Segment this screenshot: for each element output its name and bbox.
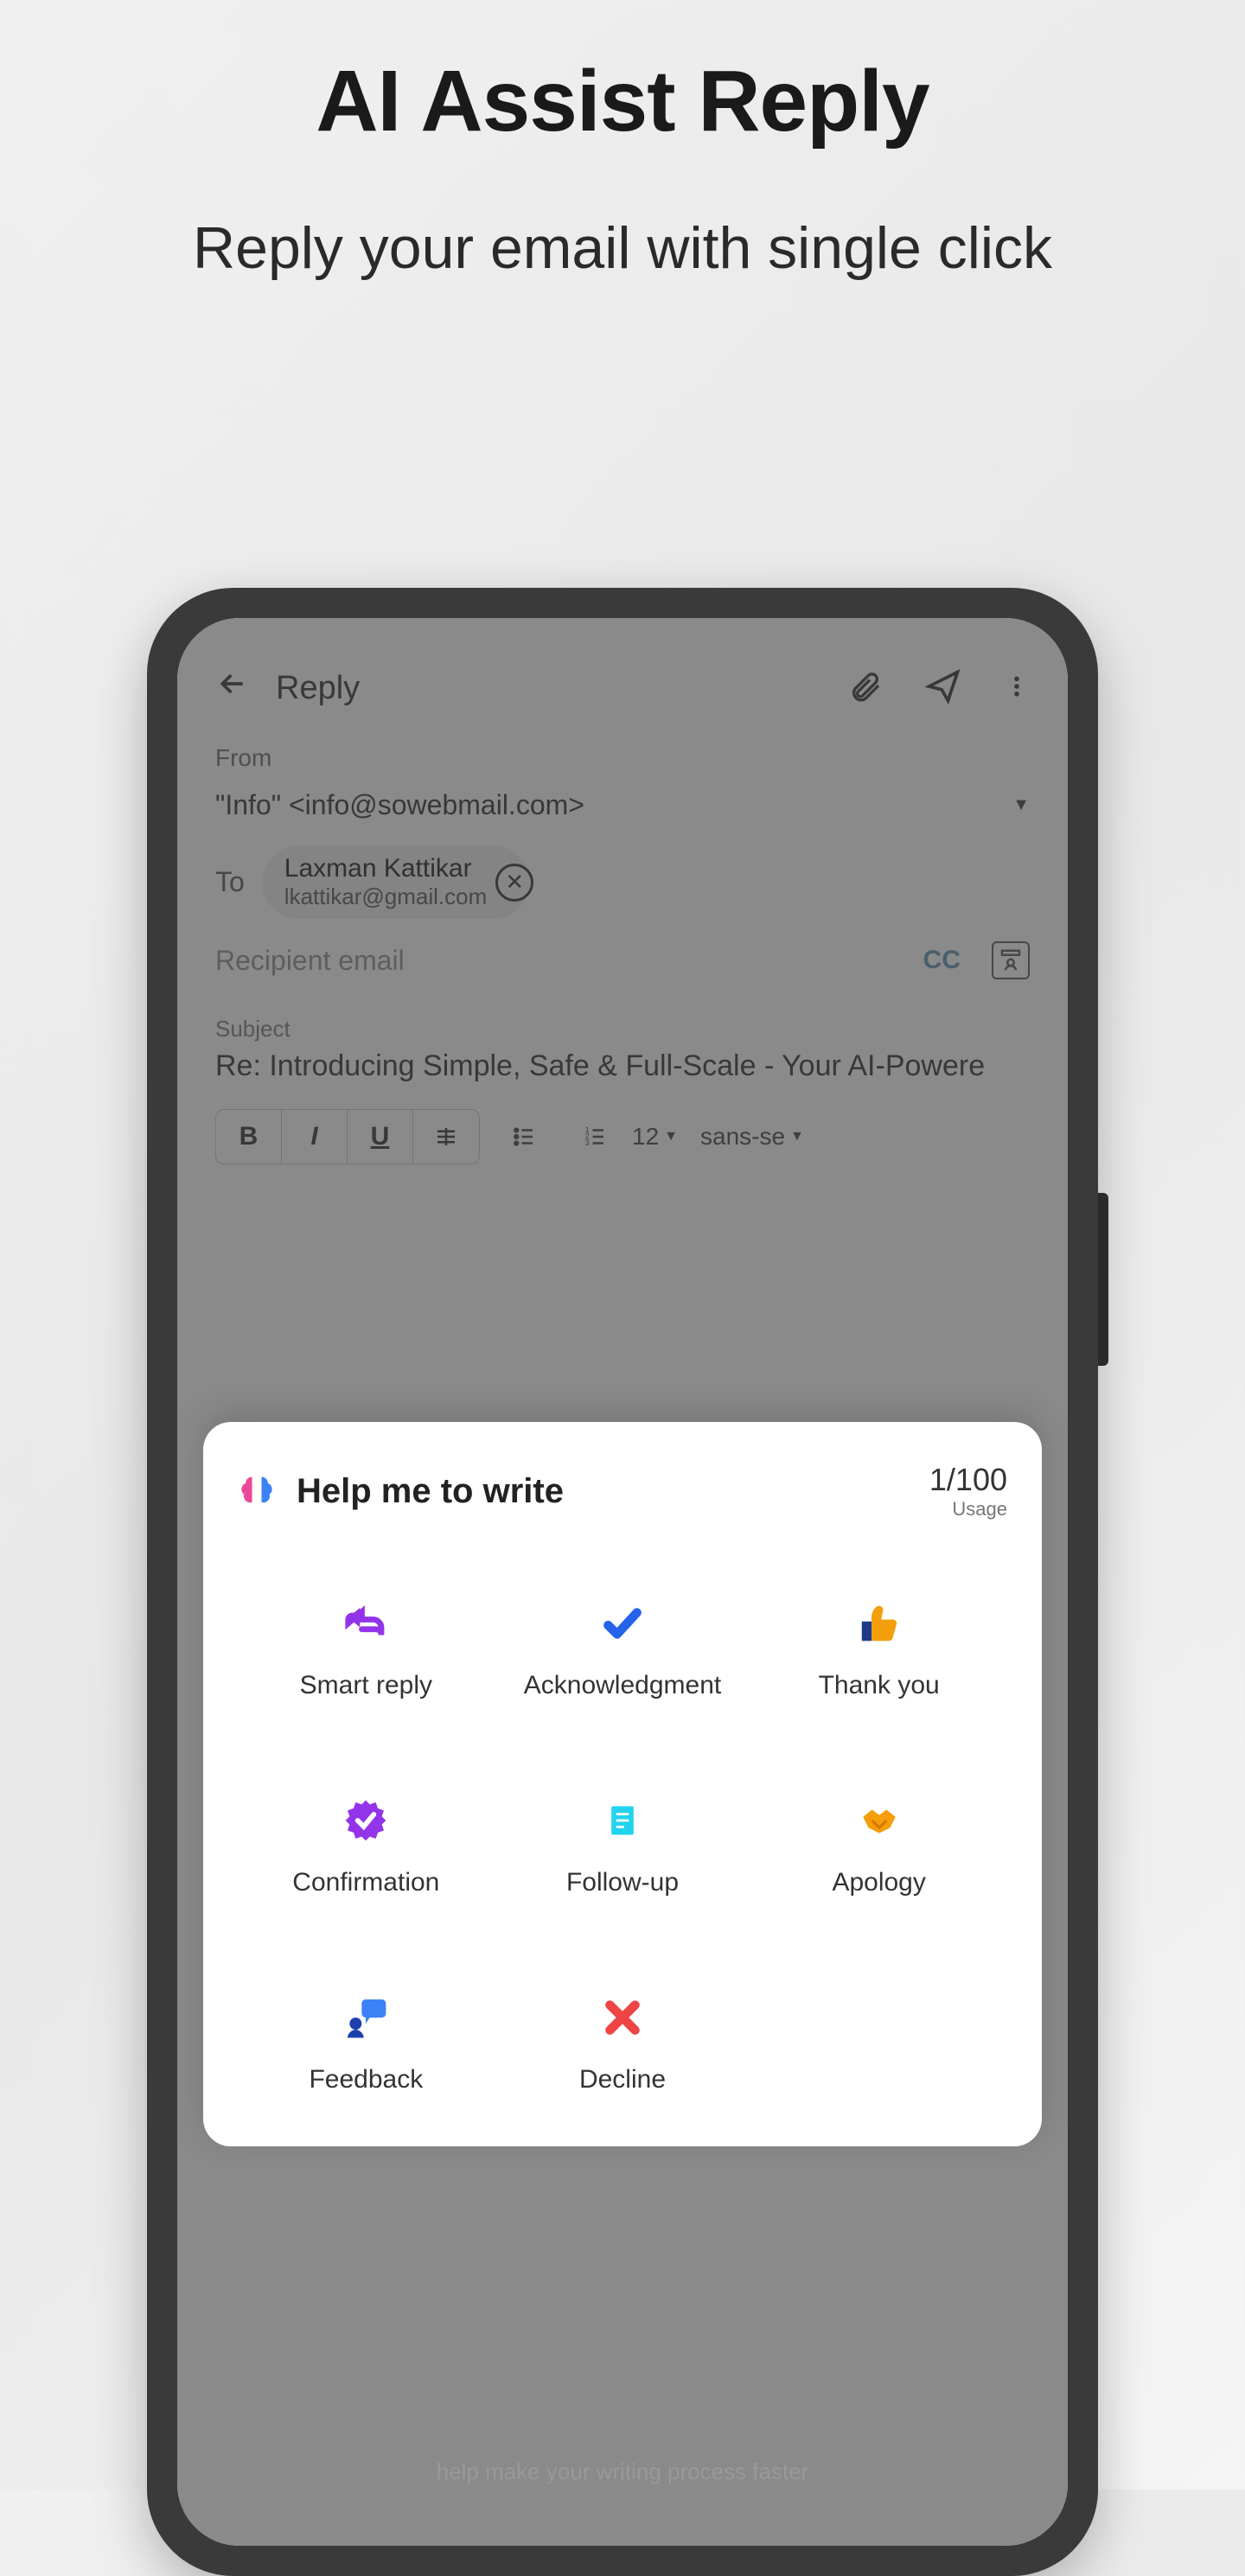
sheet-title: Help me to write xyxy=(297,1472,564,1511)
attach-icon[interactable] xyxy=(848,669,883,708)
bullet-list-button[interactable] xyxy=(497,1110,551,1164)
option-label: Decline xyxy=(579,2065,666,2095)
chip-email: lkattikar@gmail.com xyxy=(284,883,487,910)
option-smart-reply[interactable]: Smart reply xyxy=(246,1598,486,1700)
usage-indicator: 1/100 Usage xyxy=(929,1462,1007,1521)
contacts-icon[interactable] xyxy=(992,941,1030,979)
option-thank-you[interactable]: Thank you xyxy=(759,1598,999,1700)
option-follow-up[interactable]: Follow-up xyxy=(503,1795,743,1897)
handshake-icon xyxy=(854,1795,904,1846)
font-family-select[interactable]: sans-se ▼ xyxy=(700,1123,804,1151)
format-toolbar: B I U 123 12 ▼ sans-se xyxy=(203,1083,1042,1164)
chip-name: Laxman Kattikar xyxy=(284,854,487,883)
option-acknowledgment[interactable]: Acknowledgment xyxy=(503,1598,743,1700)
subject-label: Subject xyxy=(215,1016,1030,1043)
option-label: Follow-up xyxy=(566,1868,679,1897)
bold-button[interactable]: B xyxy=(216,1110,282,1164)
chevron-down-icon: ▼ xyxy=(664,1129,678,1145)
option-label: Thank you xyxy=(819,1671,940,1700)
subject-row: Subject Re: Introducing Simple, Safe & F… xyxy=(203,979,1042,1083)
option-label: Apology xyxy=(832,1868,925,1897)
from-dropdown[interactable]: "Info" <info@sowebmail.com> ▼ xyxy=(215,789,1030,821)
reply-arrow-icon xyxy=(341,1598,391,1648)
text-style-group: B I U xyxy=(215,1109,480,1164)
font-family-value: sans-se xyxy=(700,1123,785,1151)
phone-screen: Reply From "Info" <info@sowebmail.c xyxy=(177,618,1068,2546)
svg-text:3: 3 xyxy=(585,1138,590,1147)
font-size-value: 12 xyxy=(632,1123,659,1151)
usage-label: Usage xyxy=(929,1498,1007,1521)
sheet-header: Help me to write 1/100 Usage xyxy=(238,1462,1007,1521)
ai-assist-sheet: Help me to write 1/100 Usage Smart reply… xyxy=(203,1422,1042,2146)
cc-button[interactable]: CC xyxy=(923,946,961,975)
to-row: To Laxman Kattikar lkattikar@gmail.com ✕ xyxy=(203,821,1042,919)
option-label: Acknowledgment xyxy=(524,1671,721,1700)
phone-frame: Reply From "Info" <info@sowebmail.c xyxy=(147,588,1098,2576)
option-decline[interactable]: Decline xyxy=(503,1993,743,2095)
option-confirmation[interactable]: Confirmation xyxy=(246,1795,486,1897)
usage-count: 1/100 xyxy=(929,1462,1007,1498)
brain-icon xyxy=(238,1472,276,1510)
option-label: Feedback xyxy=(309,2065,423,2095)
from-value-text: "Info" <info@sowebmail.com> xyxy=(215,789,584,821)
thumbs-up-icon xyxy=(854,1598,904,1648)
back-icon[interactable] xyxy=(215,666,250,710)
from-label: From xyxy=(215,744,1030,772)
subject-input[interactable]: Re: Introducing Simple, Safe & Full-Scal… xyxy=(215,1049,1030,1083)
document-icon xyxy=(597,1795,648,1846)
to-label: To xyxy=(215,866,245,898)
italic-button[interactable]: I xyxy=(282,1110,348,1164)
send-icon[interactable] xyxy=(924,667,962,710)
font-size-select[interactable]: 12 ▼ xyxy=(632,1123,678,1151)
option-apology[interactable]: Apology xyxy=(759,1795,999,1897)
promo-title: AI Assist Reply xyxy=(0,0,1245,151)
option-label: Smart reply xyxy=(300,1671,432,1700)
promo-subtitle: Reply your email with single click xyxy=(0,212,1245,285)
from-row: From "Info" <info@sowebmail.com> ▼ xyxy=(203,715,1042,821)
checkmark-icon xyxy=(597,1598,648,1648)
header-title: Reply xyxy=(276,670,822,707)
options-grid: Smart reply Acknowledgment Thank you Confir… xyxy=(238,1598,1007,2095)
badge-check-icon xyxy=(341,1795,391,1846)
remove-chip-icon[interactable]: ✕ xyxy=(495,864,533,902)
numbered-list-button[interactable]: 123 xyxy=(568,1110,622,1164)
recipient-chip[interactable]: Laxman Kattikar lkattikar@gmail.com ✕ xyxy=(262,845,530,919)
more-icon[interactable] xyxy=(1004,669,1030,708)
footer-hint: help make your writing process faster xyxy=(177,2458,1068,2485)
chat-person-icon xyxy=(341,1993,391,2043)
option-label: Confirmation xyxy=(292,1868,439,1897)
chevron-down-icon: ▼ xyxy=(1012,795,1030,815)
underline-button[interactable]: U xyxy=(348,1110,413,1164)
recipient-row: Recipient email CC xyxy=(203,919,1042,979)
x-mark-icon xyxy=(597,1993,648,2043)
chevron-down-icon: ▼ xyxy=(790,1129,804,1145)
option-feedback[interactable]: Feedback xyxy=(246,1993,486,2095)
strike-button[interactable] xyxy=(413,1110,479,1164)
recipient-input[interactable]: Recipient email xyxy=(215,945,923,977)
app-header: Reply xyxy=(203,661,1042,715)
